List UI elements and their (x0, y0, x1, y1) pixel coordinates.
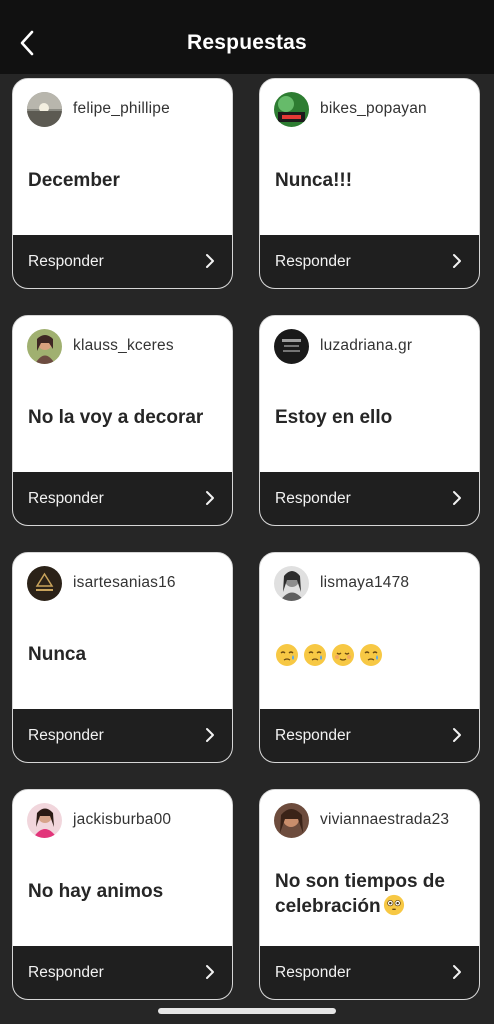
username[interactable]: isartesanias16 (73, 574, 176, 592)
flushed-face-emoji (383, 894, 404, 916)
sleepy-face-emoji (360, 644, 382, 666)
screen: Respuestas felipe_phillipe December Resp… (0, 0, 494, 1024)
avatar[interactable] (274, 803, 309, 838)
avatar[interactable] (27, 329, 62, 364)
respond-button[interactable]: Responder (13, 709, 232, 762)
card-content: jackisburba00 No hay animos (13, 790, 232, 948)
response-card[interactable]: felipe_phillipe December Responder (12, 78, 233, 289)
respond-label: Responder (28, 964, 104, 981)
response-card[interactable]: lismaya1478 Responder (259, 552, 480, 763)
response-text: No hay animos (28, 881, 164, 902)
response-card[interactable]: luzadriana.gr Estoy en ello Responder (259, 315, 480, 526)
response-text: Estoy en ello (275, 407, 393, 428)
card-content: viviannaestrada23 No son tiempos de cele… (260, 790, 479, 948)
header-bar: Respuestas (0, 0, 494, 74)
card-content: isartesanias16 Nunca (13, 553, 232, 711)
avatar[interactable] (274, 92, 309, 127)
respond-label: Responder (28, 253, 104, 270)
card-content: lismaya1478 (260, 553, 479, 711)
response-card[interactable]: jackisburba00 No hay animos Responder (12, 789, 233, 1000)
username[interactable]: bikes_popayan (320, 100, 427, 118)
page-title: Respuestas (187, 31, 307, 54)
card-content: felipe_phillipe December (13, 79, 232, 237)
respond-button[interactable]: Responder (260, 709, 479, 762)
chevron-right-icon (453, 254, 461, 268)
avatar[interactable] (27, 92, 62, 127)
response-text: No la voy a decorar (28, 407, 204, 428)
chevron-right-icon (453, 491, 461, 505)
avatar[interactable] (27, 803, 62, 838)
respond-button[interactable]: Responder (13, 472, 232, 525)
chevron-right-icon (206, 491, 214, 505)
respond-button[interactable]: Responder (260, 472, 479, 525)
chevron-right-icon (206, 965, 214, 979)
username[interactable]: felipe_phillipe (73, 100, 170, 118)
respond-button[interactable]: Responder (260, 235, 479, 288)
respond-button[interactable]: Responder (260, 946, 479, 999)
response-card[interactable]: klauss_kceres No la voy a decorar Respon… (12, 315, 233, 526)
card-content: bikes_popayan Nunca!!! (260, 79, 479, 237)
response-card[interactable]: isartesanias16 Nunca Responder (12, 552, 233, 763)
respond-label: Responder (275, 490, 351, 507)
card-content: klauss_kceres No la voy a decorar (13, 316, 232, 474)
respond-button[interactable]: Responder (13, 235, 232, 288)
respond-label: Responder (28, 727, 104, 744)
chevron-right-icon (453, 965, 461, 979)
respond-label: Responder (275, 964, 351, 981)
chevron-right-icon (206, 254, 214, 268)
avatar[interactable] (27, 566, 62, 601)
responses-grid: felipe_phillipe December Responder bikes… (0, 74, 494, 1024)
response-text-content: No son tiempos de celebración (275, 871, 445, 917)
relieved-face-emoji (332, 644, 354, 666)
respond-label: Responder (28, 490, 104, 507)
respond-label: Responder (275, 727, 351, 744)
response-emojis (275, 643, 383, 667)
avatar[interactable] (274, 566, 309, 601)
sleepy-face-emoji (304, 644, 326, 666)
username[interactable]: viviannaestrada23 (320, 811, 449, 829)
username[interactable]: klauss_kceres (73, 337, 174, 355)
response-text: December (28, 170, 120, 191)
respond-button[interactable]: Responder (13, 946, 232, 999)
card-content: luzadriana.gr Estoy en ello (260, 316, 479, 474)
chevron-right-icon (206, 728, 214, 742)
response-card[interactable]: viviannaestrada23 No son tiempos de cele… (259, 789, 480, 1000)
sleepy-face-emoji (276, 644, 298, 666)
username[interactable]: lismaya1478 (320, 574, 409, 592)
avatar[interactable] (274, 329, 309, 364)
response-text: No son tiempos de celebración (275, 870, 470, 919)
home-indicator[interactable] (158, 1008, 336, 1014)
chevron-right-icon (453, 728, 461, 742)
response-text: Nunca (28, 644, 87, 665)
respond-label: Responder (275, 253, 351, 270)
response-text: Nunca!!! (275, 170, 353, 191)
response-card[interactable]: bikes_popayan Nunca!!! Responder (259, 78, 480, 289)
username[interactable]: luzadriana.gr (320, 337, 412, 355)
username[interactable]: jackisburba00 (73, 811, 171, 829)
